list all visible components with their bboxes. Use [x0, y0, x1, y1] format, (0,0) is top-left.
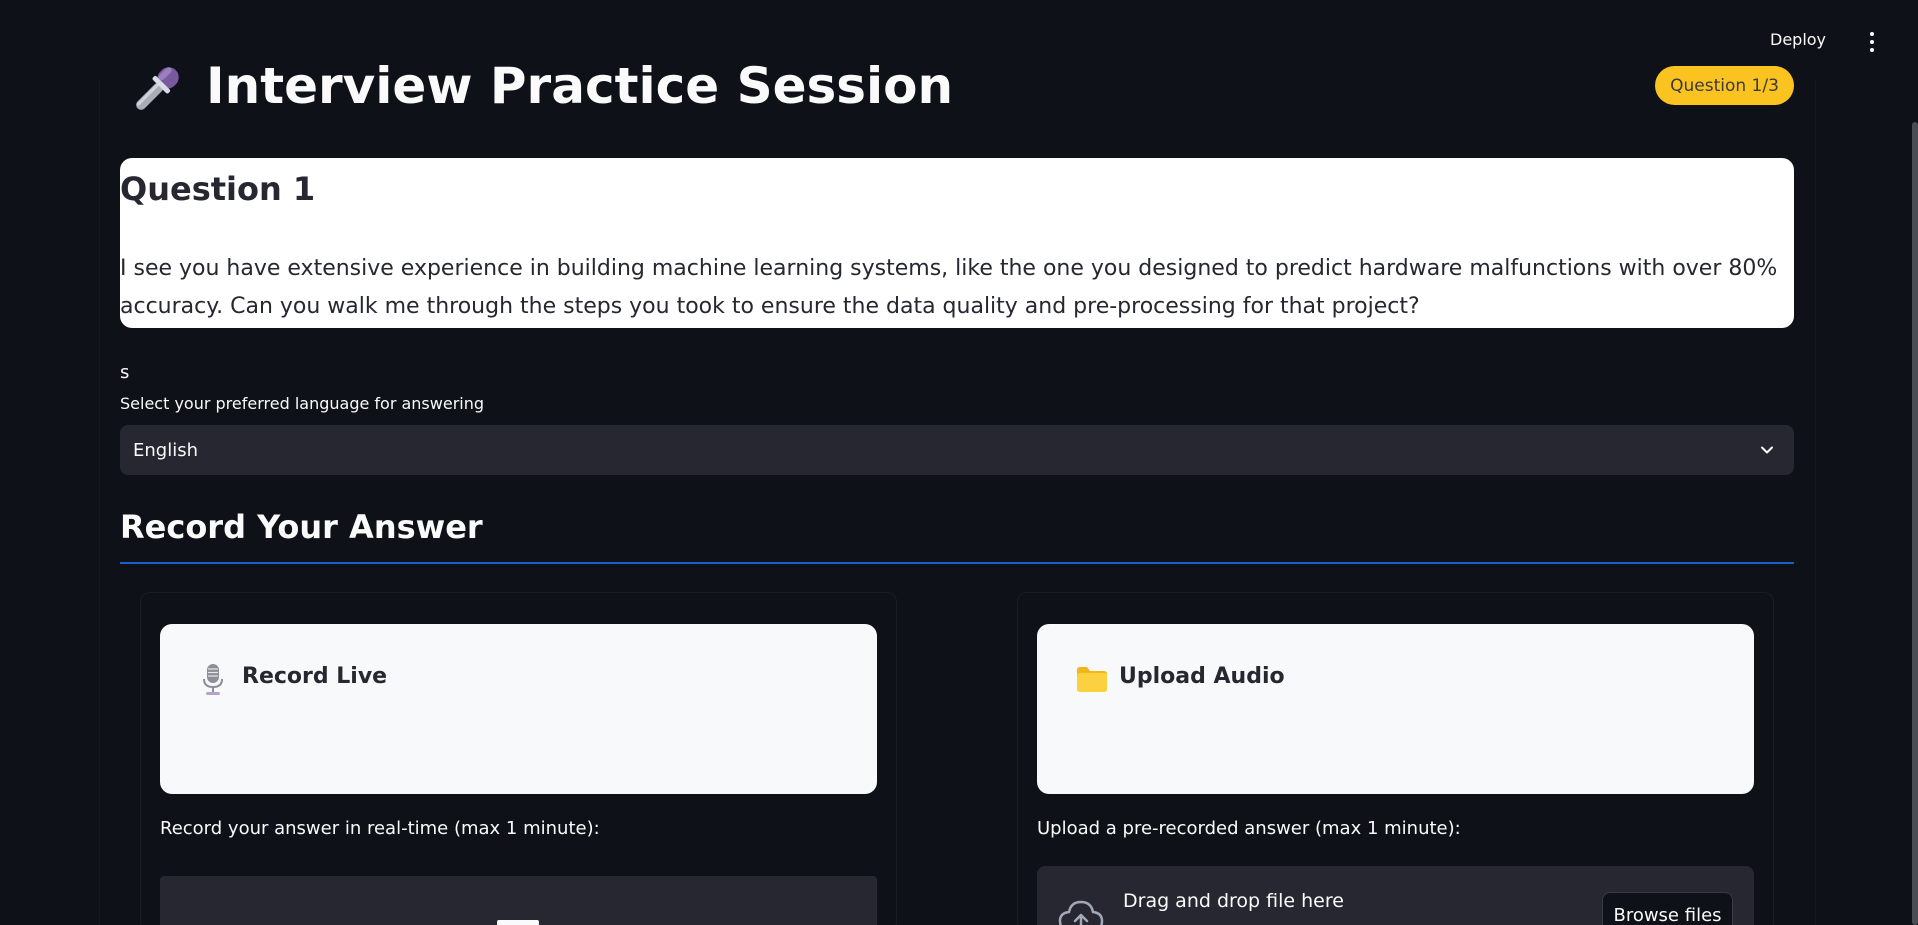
language-select-value: English: [133, 439, 198, 461]
question-card: Question 1 I see you have extensive expe…: [120, 158, 1794, 328]
question-progress-badge: Question 1/3: [1655, 66, 1794, 105]
record-section-heading: Record Your Answer: [120, 508, 483, 546]
record-button[interactable]: [497, 920, 539, 925]
page-title: Interview Practice Session: [206, 57, 954, 115]
studio-microphone-icon: [203, 664, 223, 695]
main-column-left-edge: [99, 0, 100, 925]
language-select[interactable]: English: [120, 425, 1794, 475]
folder-icon: [1077, 667, 1107, 692]
app-page: Deploy Interview Practice Session Questi…: [0, 0, 1918, 925]
record-live-title: Record Live: [242, 664, 388, 689]
stray-text: s: [120, 362, 130, 383]
browse-files-button[interactable]: Browse files: [1602, 892, 1733, 925]
language-select-label: Select your preferred language for answe…: [120, 394, 485, 413]
section-divider: [120, 562, 1794, 564]
microphone-icon: [136, 67, 179, 110]
upload-audio-card: Upload Audio: [1037, 624, 1754, 794]
record-live-instruction: Record your answer in real-time (max 1 m…: [160, 818, 600, 839]
question-heading: Question 1: [120, 170, 316, 208]
upload-audio-title: Upload Audio: [1119, 664, 1285, 689]
audio-recorder[interactable]: [160, 876, 877, 925]
dropzone-text: Drag and drop file here: [1123, 890, 1344, 912]
more-vertical-icon[interactable]: [1866, 32, 1878, 52]
cloud-upload-icon: [1058, 900, 1104, 925]
chevron-down-icon: [1761, 446, 1773, 454]
question-text: I see you have extensive experience in b…: [120, 256, 1778, 319]
scrollbar-thumb[interactable]: [1912, 122, 1918, 925]
upload-audio-instruction: Upload a pre-recorded answer (max 1 minu…: [1037, 818, 1461, 839]
record-live-card: Record Live: [160, 624, 877, 794]
deploy-button[interactable]: Deploy: [1770, 30, 1826, 49]
main-column-right-edge: [1815, 0, 1816, 925]
file-dropzone[interactable]: Drag and drop file here Browse files: [1037, 866, 1754, 925]
